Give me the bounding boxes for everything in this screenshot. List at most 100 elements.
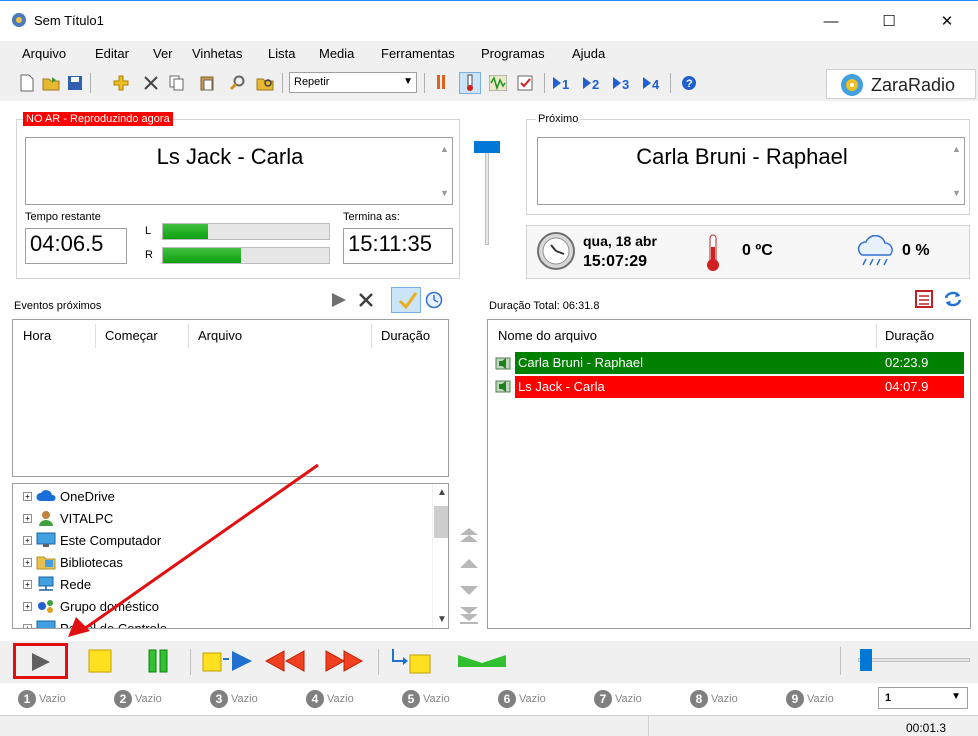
toolbar-separator — [90, 73, 91, 93]
thermometer-tool-icon[interactable] — [459, 72, 481, 94]
repeat-mode-select[interactable]: Repetir ▼ — [289, 72, 417, 93]
add-icon[interactable] — [110, 72, 132, 94]
checklist-icon[interactable] — [514, 72, 536, 94]
playlist-col-nome[interactable]: Nome do arquivo — [498, 328, 597, 343]
stop-button[interactable] — [88, 649, 112, 673]
open-folder-icon[interactable] — [40, 72, 62, 94]
playlist-4-icon[interactable]: 4 — [642, 72, 664, 94]
slot-2[interactable]: 2 Vazio — [114, 690, 162, 708]
playlist-3-icon[interactable]: 3 — [612, 72, 634, 94]
next-label: Próximo — [536, 113, 581, 125]
expand-icon[interactable]: + — [23, 579, 32, 589]
menu-editar[interactable]: Editar — [95, 46, 129, 61]
slot-6[interactable]: 6 Vazio — [498, 690, 546, 708]
menu-bar: Arquivo Editar Ver Vinhetas Lista Media … — [0, 41, 978, 65]
playlist-2-icon[interactable]: 2 — [582, 72, 604, 94]
slot-7[interactable]: 7 Vazio — [594, 690, 642, 708]
slot-page-select[interactable]: 1 ▼ — [878, 687, 968, 709]
fast-forward-button[interactable] — [322, 649, 366, 676]
expand-icon[interactable]: + — [23, 557, 32, 567]
search-icon[interactable] — [226, 72, 248, 94]
crossfade-button[interactable] — [456, 651, 508, 674]
events-col-comecar[interactable]: Começar — [105, 328, 158, 343]
waveform-icon[interactable] — [487, 72, 509, 94]
menu-vinhetas[interactable]: Vinhetas — [192, 46, 242, 61]
slot-8[interactable]: 8 Vazio — [690, 690, 738, 708]
menu-ajuda[interactable]: Ajuda — [572, 46, 605, 61]
menu-media[interactable]: Media — [319, 46, 354, 61]
play-button[interactable] — [13, 643, 68, 679]
paste-icon[interactable] — [196, 72, 218, 94]
expand-icon[interactable]: + — [23, 601, 32, 611]
events-col-duracao[interactable]: Duração — [381, 328, 430, 343]
move-bottom-icon[interactable] — [458, 605, 480, 628]
events-play-icon[interactable] — [330, 291, 348, 312]
scroll-thumb[interactable] — [434, 506, 448, 538]
play-next-button[interactable] — [202, 649, 254, 676]
slot-1[interactable]: 1 Vazio — [18, 690, 66, 708]
playlist-col-duracao[interactable]: Duração — [885, 328, 934, 343]
menu-programas[interactable]: Programas — [481, 46, 545, 61]
events-col-arquivo[interactable]: Arquivo — [198, 328, 242, 343]
remaining-label: Tempo restante — [25, 211, 101, 223]
events-list[interactable]: Hora Começar Arquivo Duração — [12, 319, 449, 477]
scroll-up-icon[interactable]: ▲ — [440, 144, 449, 154]
pause-button[interactable] — [146, 649, 170, 673]
volume-slider[interactable] — [474, 141, 500, 245]
menu-ferramentas[interactable]: Ferramentas — [381, 46, 455, 61]
instant-slots-bar: 1 Vazio 2 Vazio 3 Vazio 4 Vazio 5 Vazio 6 Vazi… — [0, 683, 978, 715]
slot-label: Vazio — [615, 693, 642, 705]
menu-lista[interactable]: Lista — [268, 46, 295, 61]
scroll-down-icon[interactable]: ▼ — [952, 188, 961, 198]
save-icon[interactable] — [64, 72, 86, 94]
copy-icon[interactable] — [166, 72, 188, 94]
events-clock-icon[interactable] — [425, 291, 443, 312]
expand-icon[interactable]: + — [23, 623, 32, 628]
remaining-time: 04:06.5 — [25, 228, 127, 264]
expand-icon[interactable]: + — [23, 491, 32, 501]
new-file-icon[interactable] — [16, 72, 38, 94]
close-button[interactable]: ✕ — [924, 1, 970, 41]
slot-5[interactable]: 5 Vazio — [402, 690, 450, 708]
next-scrollbar[interactable]: ▲ ▼ — [948, 138, 964, 204]
expand-icon[interactable]: + — [23, 513, 32, 523]
delete-icon[interactable] — [140, 72, 162, 94]
playlist-row[interactable]: Ls Jack - Carla 04:07.9 — [515, 376, 964, 398]
scroll-down-icon[interactable]: ▼ — [440, 188, 449, 198]
playlist-refresh-icon[interactable] — [942, 289, 964, 312]
slot-4[interactable]: 4 Vazio — [306, 690, 354, 708]
scroll-down-icon[interactable]: ▼ — [437, 614, 447, 625]
scroll-up-icon[interactable]: ▲ — [437, 487, 447, 498]
title-bar: Sem Título1 — ☐ ✕ — [0, 1, 978, 41]
scroll-up-icon[interactable]: ▲ — [952, 144, 961, 154]
slot-9[interactable]: 9 Vazio — [786, 690, 834, 708]
playlist-print-icon[interactable] — [914, 289, 934, 312]
move-top-icon[interactable] — [458, 527, 480, 548]
move-up-icon[interactable] — [458, 557, 480, 574]
playlist-1-icon[interactable]: 1 — [552, 72, 574, 94]
events-delete-icon[interactable] — [358, 292, 374, 311]
help-icon[interactable]: ? — [678, 72, 700, 94]
menu-ver[interactable]: Ver — [153, 46, 173, 61]
volume-thumb[interactable] — [474, 141, 500, 153]
rewind-button[interactable] — [264, 649, 308, 676]
now-playing-scrollbar[interactable]: ▲ ▼ — [436, 138, 452, 204]
maximize-button[interactable]: ☐ — [866, 1, 912, 41]
position-slider[interactable] — [858, 649, 970, 673]
minimize-button[interactable]: — — [808, 1, 854, 41]
position-thumb[interactable] — [860, 649, 872, 671]
marker-icon[interactable] — [430, 72, 452, 94]
playlist-row[interactable]: Carla Bruni - Raphael 02:23.9 — [515, 352, 964, 374]
move-down-icon[interactable] — [458, 583, 480, 600]
find-folder-icon[interactable] — [254, 72, 276, 94]
cue-button[interactable] — [390, 647, 434, 678]
menu-arquivo[interactable]: Arquivo — [22, 46, 66, 61]
events-enable-toggle[interactable] — [391, 287, 421, 313]
fast-forward-icon — [325, 650, 364, 672]
events-col-hora[interactable]: Hora — [23, 328, 51, 343]
slot-3[interactable]: 3 Vazio — [210, 690, 258, 708]
tree-scrollbar[interactable]: ▲ ▼ — [432, 484, 448, 628]
expand-icon[interactable]: + — [23, 535, 32, 545]
vu-meter-right-fill — [163, 248, 242, 263]
audio-file-icon — [495, 378, 513, 397]
